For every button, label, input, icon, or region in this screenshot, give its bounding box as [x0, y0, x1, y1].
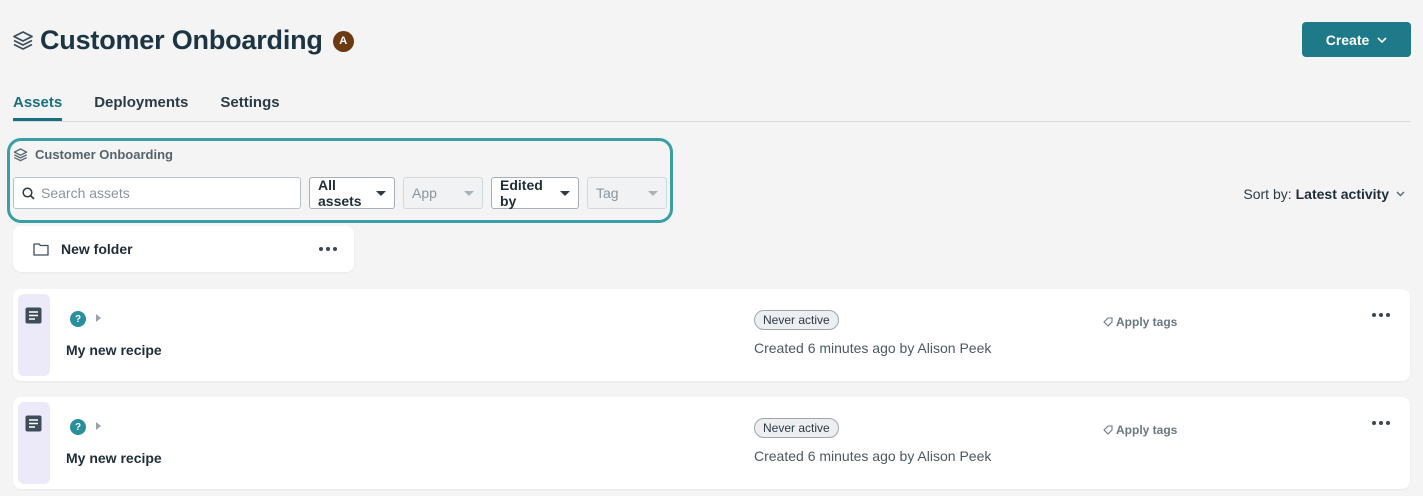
expand-arrow-icon[interactable]	[96, 422, 101, 430]
tabs-divider	[13, 121, 1410, 122]
tag-dropdown-label: Tag	[596, 185, 619, 201]
edited-by-dropdown-label: Edited by	[500, 177, 543, 209]
tag-dropdown[interactable]: Tag	[587, 177, 667, 209]
caret-down-icon	[648, 190, 658, 196]
sort-prefix: Sort by:	[1243, 186, 1292, 202]
document-icon	[25, 415, 42, 432]
app-dropdown-label: App	[412, 185, 437, 201]
avatar[interactable]: A	[332, 30, 354, 52]
recipe-name[interactable]: My new recipe	[66, 342, 162, 358]
tag-icon	[1103, 425, 1113, 435]
folder-card[interactable]: New folder	[13, 226, 354, 272]
apply-tags-label: Apply tags	[1116, 423, 1178, 437]
page-header: Customer Onboarding A	[12, 22, 354, 58]
assets-type-dropdown-label: All assets	[318, 177, 362, 209]
app-dropdown[interactable]: App	[403, 177, 483, 209]
sort-dropdown[interactable]: Sort by: Latest activity	[1243, 186, 1405, 202]
tab-deployments[interactable]: Deployments	[94, 94, 188, 121]
expand-arrow-icon[interactable]	[96, 314, 101, 322]
stack-icon	[12, 29, 34, 51]
caret-down-icon	[560, 190, 570, 196]
help-icon[interactable]: ?	[70, 311, 86, 327]
apply-tags-label: Apply tags	[1116, 315, 1178, 329]
tab-settings[interactable]: Settings	[220, 94, 279, 121]
chevron-down-icon	[1377, 36, 1387, 43]
search-icon	[22, 186, 35, 200]
sort-value: Latest activity	[1295, 186, 1389, 202]
apply-tags-link[interactable]: Apply tags	[1103, 423, 1177, 437]
filter-project-name: Customer Onboarding	[35, 147, 173, 162]
status-badge: Never active	[754, 310, 839, 330]
tag-icon	[1103, 317, 1113, 327]
stack-icon	[13, 147, 28, 162]
created-info: Created 6 minutes ago by Alison Peek	[754, 340, 992, 356]
more-options-icon[interactable]	[319, 247, 337, 251]
create-button-label: Create	[1325, 31, 1370, 48]
status-badge: Never active	[754, 418, 839, 438]
folder-icon	[33, 242, 49, 256]
apply-tags-link[interactable]: Apply tags	[1103, 315, 1177, 329]
page-title: Customer Onboarding	[40, 24, 323, 55]
chevron-down-icon	[1396, 191, 1405, 197]
created-info: Created 6 minutes ago by Alison Peek	[754, 448, 992, 464]
tab-bar: Assets Deployments Settings	[13, 94, 312, 121]
caret-down-icon	[464, 190, 474, 196]
caret-down-icon	[376, 190, 386, 196]
assets-type-dropdown[interactable]: All assets	[309, 177, 395, 209]
recipe-name[interactable]: My new recipe	[66, 450, 162, 466]
tab-assets[interactable]: Assets	[13, 94, 63, 121]
help-icon[interactable]: ?	[70, 419, 86, 435]
recipe-card[interactable]: ? My new recipe Never active Created 6 m…	[13, 289, 1410, 381]
document-icon	[25, 307, 42, 324]
search-field[interactable]	[13, 177, 301, 209]
more-options-icon[interactable]	[1372, 313, 1390, 317]
filter-project-title: Customer Onboarding	[13, 147, 173, 162]
folder-name: New folder	[61, 241, 133, 257]
edited-by-dropdown[interactable]: Edited by	[491, 177, 579, 209]
create-button[interactable]: Create	[1302, 22, 1411, 57]
recipe-card[interactable]: ? My new recipe Never active Created 6 m…	[13, 397, 1410, 489]
search-input[interactable]	[41, 185, 281, 201]
more-options-icon[interactable]	[1372, 421, 1390, 425]
